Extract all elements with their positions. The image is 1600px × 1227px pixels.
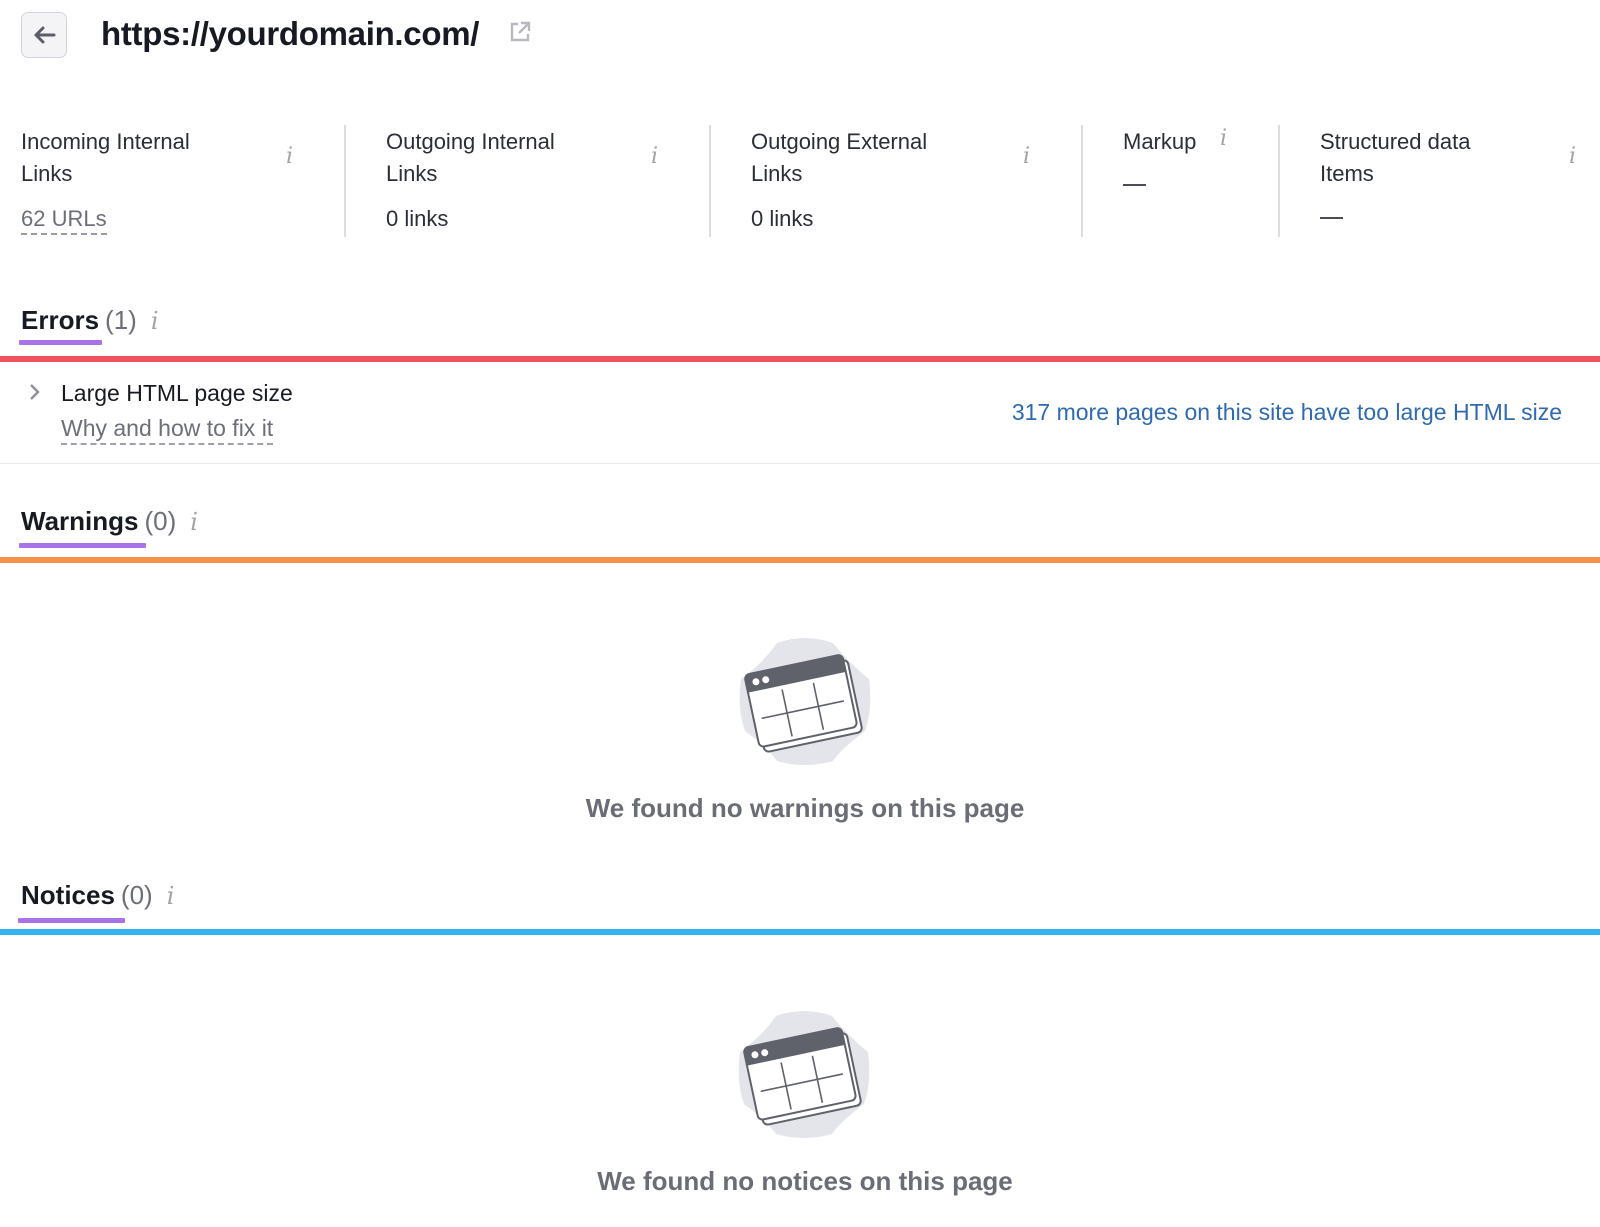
section-count: (0) [144, 506, 177, 536]
metric-label: Structured data Items [1320, 129, 1471, 186]
metric-divider [1278, 125, 1280, 237]
tab-errors[interactable]: Errors (1) i [21, 305, 159, 336]
metric-label: Outgoing Internal Links [386, 129, 555, 186]
row-divider [0, 463, 1600, 464]
active-tab-underline [19, 340, 102, 345]
metric-divider [344, 125, 346, 237]
no-warnings-message: We found no warnings on this page [585, 793, 1025, 823]
metric-incoming-internal-links: Incoming Internal Links i 62 URLs [21, 126, 321, 244]
warnings-severity-bar [0, 557, 1600, 563]
info-icon[interactable]: i [1023, 144, 1030, 169]
metric-markup: Markup i [1123, 126, 1273, 244]
back-button[interactable] [21, 12, 67, 58]
empty-table-icon [737, 635, 873, 772]
section-title: Warnings [21, 506, 139, 536]
info-icon[interactable]: i [651, 144, 658, 169]
why-and-how-to-fix-link[interactable]: Why and how to fix it [61, 415, 274, 445]
metric-outgoing-internal-links: Outgoing Internal Links i 0 links [386, 126, 686, 244]
metric-structured-data-items: Structured data Items i [1320, 126, 1590, 244]
info-icon[interactable]: i [1569, 144, 1576, 169]
tab-warnings[interactable]: Warnings (0) i [21, 506, 198, 537]
tab-notices[interactable]: Notices (0) i [21, 880, 174, 911]
page-url-title: https://yourdomain.com/ [101, 15, 480, 52]
metric-value: 0 links [386, 206, 449, 231]
metric-value: 0 links [751, 206, 814, 231]
errors-severity-bar [0, 356, 1600, 362]
metric-divider [1081, 125, 1083, 237]
arrow-left-icon [34, 26, 56, 44]
info-icon[interactable]: i [1220, 126, 1227, 151]
info-icon[interactable]: i [190, 508, 198, 536]
info-icon[interactable]: i [167, 882, 175, 910]
section-count: (0) [120, 880, 153, 910]
active-tab-underline [18, 918, 125, 923]
metric-label: Incoming Internal Links [21, 129, 190, 186]
active-tab-underline [19, 543, 146, 548]
info-icon[interactable]: i [286, 144, 293, 169]
issue-title[interactable]: Large HTML page size [61, 380, 293, 407]
section-title: Notices [21, 880, 115, 910]
empty-table-icon [736, 1008, 872, 1145]
section-count: (1) [105, 305, 137, 335]
info-icon[interactable]: i [151, 307, 159, 335]
chevron-right-icon[interactable] [29, 383, 41, 407]
incoming-links-value-link[interactable]: 62 URLs [21, 206, 107, 235]
section-title: Errors [21, 305, 100, 335]
empty-value-dash [1123, 184, 1146, 186]
external-link-icon[interactable] [508, 20, 532, 49]
no-notices-message: We found no notices on this page [597, 1166, 1013, 1196]
metric-label: Outgoing External Links [751, 129, 928, 186]
more-pages-link[interactable]: 317 more pages on this site have too lar… [1012, 399, 1562, 426]
empty-value-dash [1320, 217, 1343, 219]
metric-divider [709, 125, 711, 237]
metric-outgoing-external-links: Outgoing External Links i 0 links [751, 126, 1051, 244]
metric-label: Markup [1123, 129, 1197, 154]
notices-severity-bar [0, 929, 1600, 935]
